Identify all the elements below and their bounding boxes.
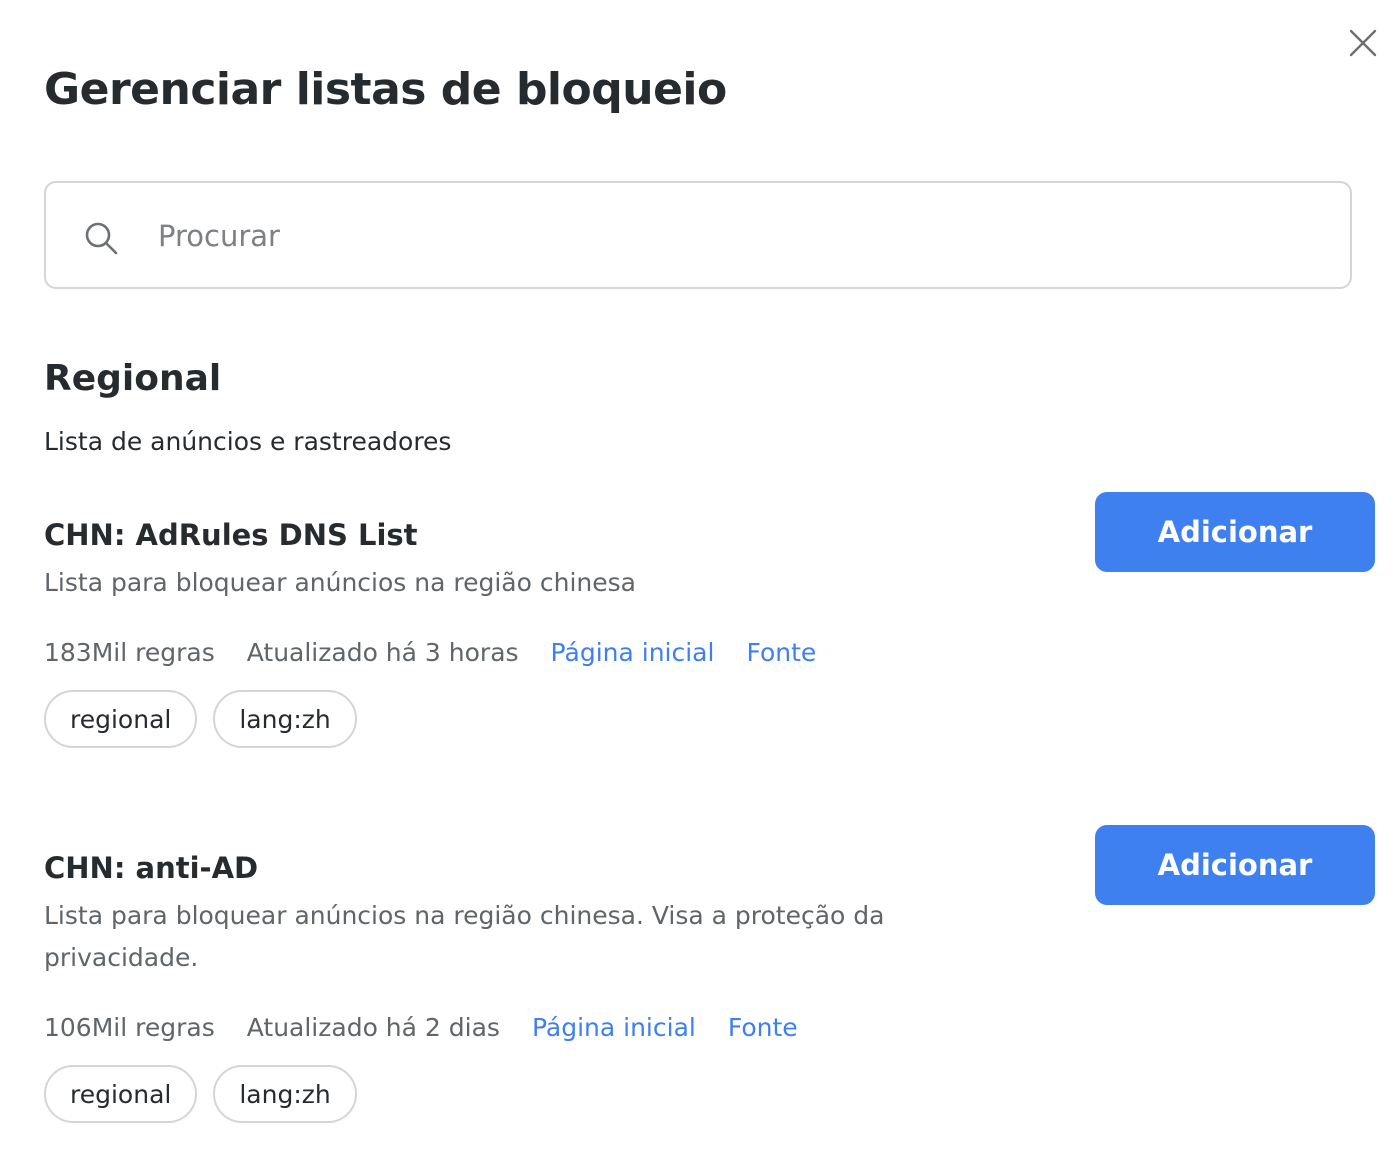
search-input[interactable] bbox=[158, 207, 1308, 265]
add-button[interactable]: Adicionar bbox=[1095, 825, 1375, 905]
blocklist-meta: 106Mil regras Atualizado há 2 dias Págin… bbox=[44, 1013, 798, 1042]
section-title: Regional bbox=[44, 358, 222, 399]
blocklist-description: Lista para bloquear anúncios na região c… bbox=[44, 901, 885, 972]
tag-list: regional lang:zh bbox=[44, 1065, 373, 1123]
blocklist-meta: 183Mil regras Atualizado há 3 horas Pági… bbox=[44, 638, 816, 667]
add-button[interactable]: Adicionar bbox=[1095, 492, 1375, 572]
updated-time: Atualizado há 2 dias bbox=[246, 1013, 500, 1042]
tag-list: regional lang:zh bbox=[44, 690, 373, 748]
blocklist-title: CHN: anti-AD bbox=[44, 851, 259, 885]
tag-chip[interactable]: regional bbox=[44, 690, 198, 748]
source-link[interactable]: Fonte bbox=[728, 1013, 798, 1042]
homepage-link[interactable]: Página inicial bbox=[532, 1013, 696, 1042]
dialog-title: Gerenciar listas de bloqueio bbox=[44, 64, 727, 115]
updated-time: Atualizado há 3 horas bbox=[246, 638, 519, 667]
tag-chip[interactable]: lang:zh bbox=[213, 690, 357, 748]
section-subtitle: Lista de anúncios e rastreadores bbox=[44, 427, 452, 456]
homepage-link[interactable]: Página inicial bbox=[551, 638, 715, 667]
search-box[interactable] bbox=[44, 181, 1352, 289]
blocklist-description: Lista para bloquear anúncios na região c… bbox=[44, 568, 636, 597]
source-link[interactable]: Fonte bbox=[746, 638, 816, 667]
tag-chip[interactable]: regional bbox=[44, 1065, 198, 1123]
blocklist-title: CHN: AdRules DNS List bbox=[44, 518, 418, 552]
tag-chip[interactable]: lang:zh bbox=[213, 1065, 357, 1123]
rules-count: 106Mil regras bbox=[44, 1013, 215, 1042]
search-icon bbox=[85, 222, 118, 255]
rules-count: 183Mil regras bbox=[44, 638, 215, 667]
close-icon[interactable] bbox=[1348, 28, 1378, 58]
